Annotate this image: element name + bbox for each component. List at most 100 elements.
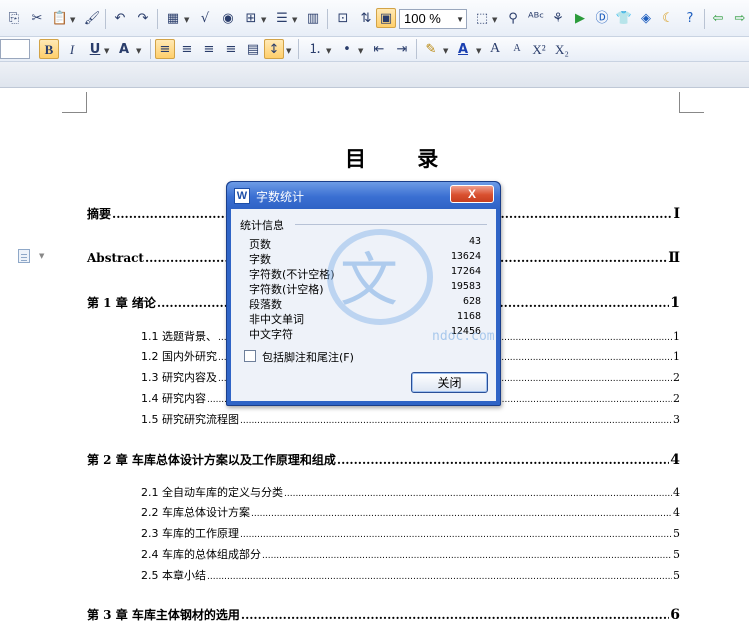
chart-icon[interactable]: ▥ <box>303 8 323 28</box>
grid-dropdown-icon[interactable]: ▼ <box>261 16 266 24</box>
numbered-list-dropdown-icon[interactable]: ▼ <box>326 47 331 55</box>
help-icon[interactable]: ? <box>680 8 700 28</box>
stat-label: 段落数 <box>249 298 282 311</box>
toc-chapter-row[interactable]: 第 3 章 车库主体钢材的选用 6 <box>87 606 680 621</box>
paragraph-icon[interactable] <box>18 249 30 263</box>
paste-icon[interactable]: 📋 <box>50 8 70 28</box>
zoom-select[interactable]: 100 % ▼ <box>399 9 467 29</box>
toc-page-number: 2 <box>673 371 680 384</box>
page-corner-mark <box>679 112 704 113</box>
font-color-dropdown-icon[interactable]: ▼ <box>476 47 481 55</box>
back-icon[interactable]: ⇦ <box>708 8 728 28</box>
shirt-icon[interactable]: 👕 <box>614 8 634 28</box>
web-icon[interactable]: ◉ <box>218 8 238 28</box>
bullet-list-icon[interactable]: • <box>337 39 357 59</box>
redo-icon[interactable]: ↷ <box>133 8 153 28</box>
toc-section-row[interactable]: 2.1 全自动车库的定义与分类 4 <box>141 484 680 500</box>
format-painter-icon[interactable]: 🖌 <box>82 8 102 28</box>
grow-font-button[interactable]: A <box>485 39 505 59</box>
columns-icon[interactable]: ☰ <box>272 8 292 28</box>
swap-icon[interactable]: ⇅ <box>356 8 376 28</box>
include-footnotes-label[interactable]: 包括脚注和尾注(F) <box>262 349 354 365</box>
toc-page-number: 4 <box>673 486 680 499</box>
formatting-toolbar: B I U ▼ A ▼ ≡ ≡ ≡ ≡ ▤ ↕ ▼ ⒈ ▼ • ▼ ⇤ ⇥ ✎ … <box>0 37 749 62</box>
toc-page-number: 1 <box>670 295 680 311</box>
formula-icon[interactable]: √ <box>195 8 215 28</box>
toc-entry-label: 第 1 章 绪论 <box>87 296 156 310</box>
forward-icon[interactable]: ⇨ <box>730 8 749 28</box>
justify-icon[interactable]: ≡ <box>221 39 241 59</box>
italic-button[interactable]: I <box>62 39 82 59</box>
decrease-indent-icon[interactable]: ⇤ <box>369 39 389 59</box>
copy-icon[interactable]: ⎘ <box>4 8 24 28</box>
toc-section-row[interactable]: 2.4 车库的总体组成部分 5 <box>141 546 680 562</box>
highlight-dropdown-icon[interactable]: ▼ <box>443 47 448 55</box>
toc-entry-label: 第 2 章 车库总体设计方案以及工作原理和组成 <box>87 453 336 467</box>
spellcheck-icon[interactable]: ᴬᴮᶜ <box>526 8 546 28</box>
font-color-icon[interactable]: A <box>453 39 473 59</box>
font-size-input[interactable] <box>0 39 30 59</box>
bullet-list-dropdown-icon[interactable]: ▼ <box>358 47 363 55</box>
include-footnotes-checkbox[interactable] <box>244 350 256 362</box>
text-effect-button[interactable]: A <box>114 39 134 59</box>
toc-section-row[interactable]: 2.5 本章小结 5 <box>141 567 680 583</box>
superscript-button[interactable]: X² <box>529 39 549 59</box>
stat-label: 中文字符 <box>249 328 293 341</box>
columns-dropdown-icon[interactable]: ▼ <box>292 16 297 24</box>
table-dropdown-icon[interactable]: ▼ <box>184 16 189 24</box>
d-icon[interactable]: Ⓓ <box>592 8 612 28</box>
moon-icon[interactable]: ☾ <box>658 8 678 28</box>
share-icon[interactable]: ⚘ <box>548 8 568 28</box>
bold-button[interactable]: B <box>39 39 59 59</box>
toc-page-number: 2 <box>673 392 680 405</box>
select-dropdown-icon[interactable]: ▼ <box>492 16 497 24</box>
shrink-font-button[interactable]: A <box>507 39 527 59</box>
select-icon[interactable]: ⬚ <box>472 8 492 28</box>
text-effect-dropdown-icon[interactable]: ▼ <box>136 47 141 55</box>
align-center-icon[interactable]: ≡ <box>177 39 197 59</box>
line-spacing-dropdown-icon[interactable]: ▼ <box>286 47 291 55</box>
undo-icon[interactable]: ↶ <box>110 8 130 28</box>
align-right-icon[interactable]: ≡ <box>199 39 219 59</box>
toc-chapter-row[interactable]: 第 2 章 车库总体设计方案以及工作原理和组成 4 <box>87 451 680 468</box>
toc-page-number: 3 <box>673 413 680 426</box>
align-left-icon[interactable]: ≡ <box>155 39 175 59</box>
paragraph-dropdown-icon[interactable]: ▼ <box>39 252 44 260</box>
toc-section-row[interactable]: 2.3 车库的工作原理 5 <box>141 525 680 541</box>
stat-row: 段落数 628 <box>249 296 481 312</box>
toc-entry-label: 1.4 研究内容 <box>141 392 206 405</box>
table-icon[interactable]: ▦ <box>163 8 183 28</box>
grid-icon[interactable]: ⊞ <box>241 8 261 28</box>
dialog-titlebar[interactable]: W 字数统计 X <box>227 182 500 209</box>
toc-section-row[interactable]: 1.5 研究研究流程图 3 <box>141 411 680 427</box>
toc-page-number: 4 <box>670 452 680 468</box>
underline-dropdown-icon[interactable]: ▼ <box>104 47 109 55</box>
stat-value: 17264 <box>450 266 481 277</box>
close-button[interactable]: 关闭 <box>411 372 488 393</box>
underline-button[interactable]: U <box>85 39 105 59</box>
toolbar-separator <box>327 9 328 29</box>
toc-entry-label: 摘要 <box>87 207 112 221</box>
line-spacing-icon[interactable]: ↕ <box>264 39 284 59</box>
toc-page-number: 6 <box>670 607 680 621</box>
distribute-icon[interactable]: ▤ <box>243 39 263 59</box>
subscript-button[interactable]: X₂ <box>552 39 572 59</box>
cut-icon[interactable]: ✂ <box>27 8 47 28</box>
paste-dropdown-icon[interactable]: ▼ <box>70 16 75 24</box>
toolbar-separator <box>416 39 417 59</box>
increase-indent-icon[interactable]: ⇥ <box>392 39 412 59</box>
page-corner-mark <box>86 92 87 112</box>
dialog-title: 字数统计 <box>256 190 305 204</box>
toc-section-row[interactable]: 2.2 车库总体设计方案 4 <box>141 504 680 520</box>
play-icon[interactable]: ▶ <box>570 8 590 28</box>
toc-page-number: 4 <box>673 506 680 519</box>
numbered-list-icon[interactable]: ⒈ <box>305 39 325 59</box>
toolbar-separator <box>105 9 106 29</box>
insert-icon[interactable]: ⊡ <box>333 8 353 28</box>
highlight-icon[interactable]: ✎ <box>421 39 441 59</box>
page-view-icon[interactable]: ▣ <box>376 8 396 28</box>
close-icon[interactable]: X <box>450 185 494 203</box>
chat-icon[interactable]: ◈ <box>636 8 656 28</box>
find-icon[interactable]: ⚲ <box>503 8 523 28</box>
stat-label: 非中文单词 <box>249 313 304 326</box>
